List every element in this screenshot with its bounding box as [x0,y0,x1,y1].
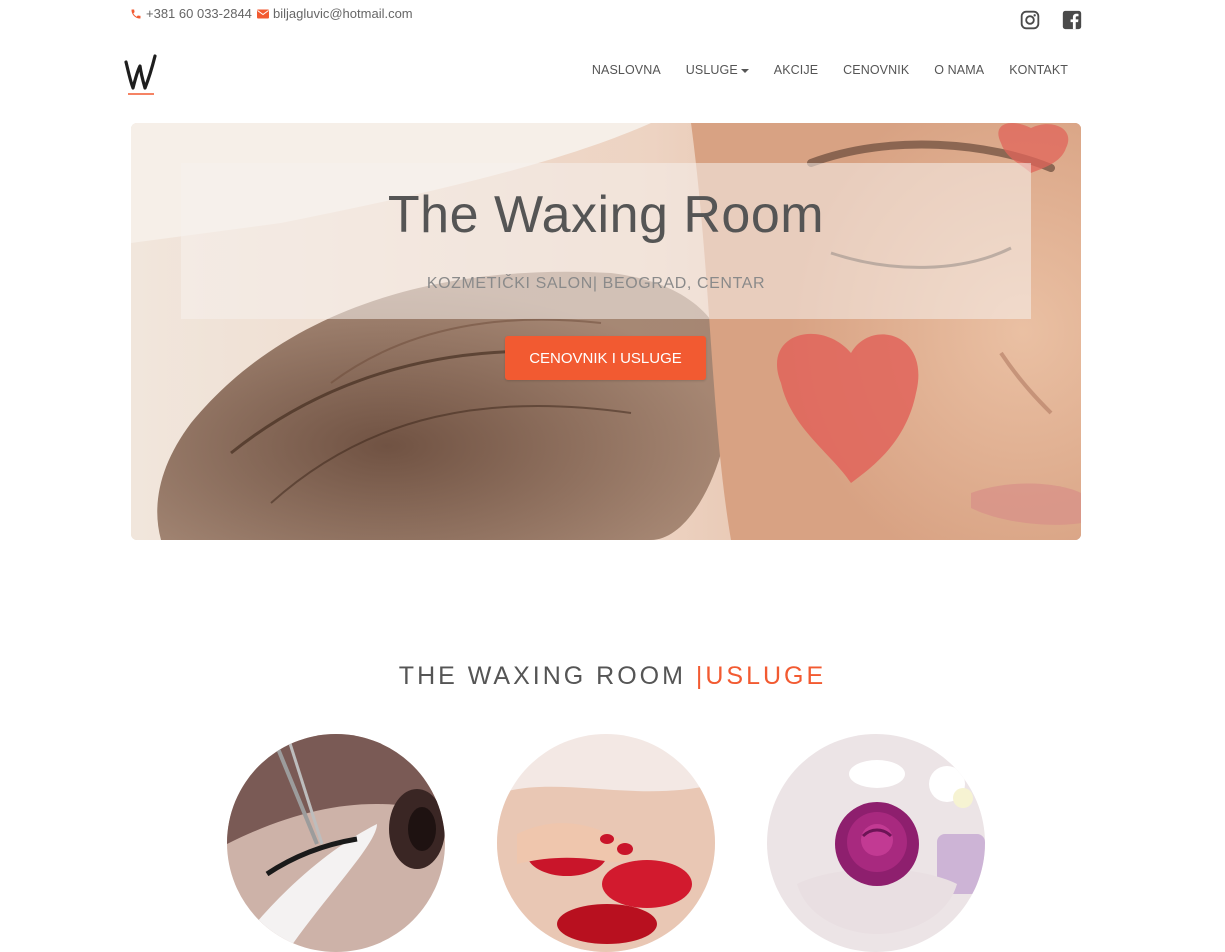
phone-icon [130,8,142,20]
nav-item-kontakt[interactable]: KONTAKT [1009,63,1068,77]
nav-item-o-nama[interactable]: O NAMA [934,63,984,77]
services-section-title: THE WAXING ROOM |USLUGE [0,662,1225,691]
top-bar: +381 60 033-2844 biljagluvic@hotmail.com [130,4,1082,34]
service-image-manicure[interactable] [497,734,715,952]
phone-number: +381 60 033-2844 [146,6,252,21]
service-image-spa[interactable] [767,734,985,952]
phone-link[interactable]: +381 60 033-2844 [130,6,252,21]
services-title-accent: |USLUGE [695,662,827,690]
main-navigation: NASLOVNA USLUGE AKCIJE CENOVNIK O NAMA K… [124,48,1082,98]
envelope-icon [257,9,269,19]
nav-item-cenovnik[interactable]: CENOVNIK [843,63,909,77]
email-link[interactable]: biljagluvic@hotmail.com [257,6,413,21]
email-address: biljagluvic@hotmail.com [273,6,413,21]
instagram-icon [1020,10,1040,35]
nav-item-akcije[interactable]: AKCIJE [774,63,818,77]
hero-subtitle: KOZMETIČKI SALON| BEOGRAD, CENTAR [426,275,766,292]
nav-item-usluge[interactable]: USLUGE [686,63,749,77]
nav-item-naslovna[interactable]: NASLOVNA [592,63,661,77]
hero-banner: The Waxing Room KOZMETIČKI SALON| BEOGRA… [131,123,1081,540]
nav-menu: NASLOVNA USLUGE AKCIJE CENOVNIK O NAMA K… [567,63,1068,77]
hero-title: The Waxing Room [387,186,825,244]
facebook-icon [1062,10,1082,35]
facebook-link[interactable] [1062,10,1082,35]
hero-caption-panel: The Waxing Room KOZMETIČKI SALON| BEOGRA… [181,163,1031,319]
site-logo[interactable] [122,50,162,98]
instagram-link[interactable] [1020,10,1040,35]
caret-down-icon [740,69,749,73]
pricing-services-button[interactable]: CENOVNIK I USLUGE [505,336,706,380]
services-title-main: THE WAXING ROOM [398,662,696,690]
service-image-lashes[interactable] [227,734,445,952]
nav-item-usluge-label: USLUGE [685,63,738,77]
